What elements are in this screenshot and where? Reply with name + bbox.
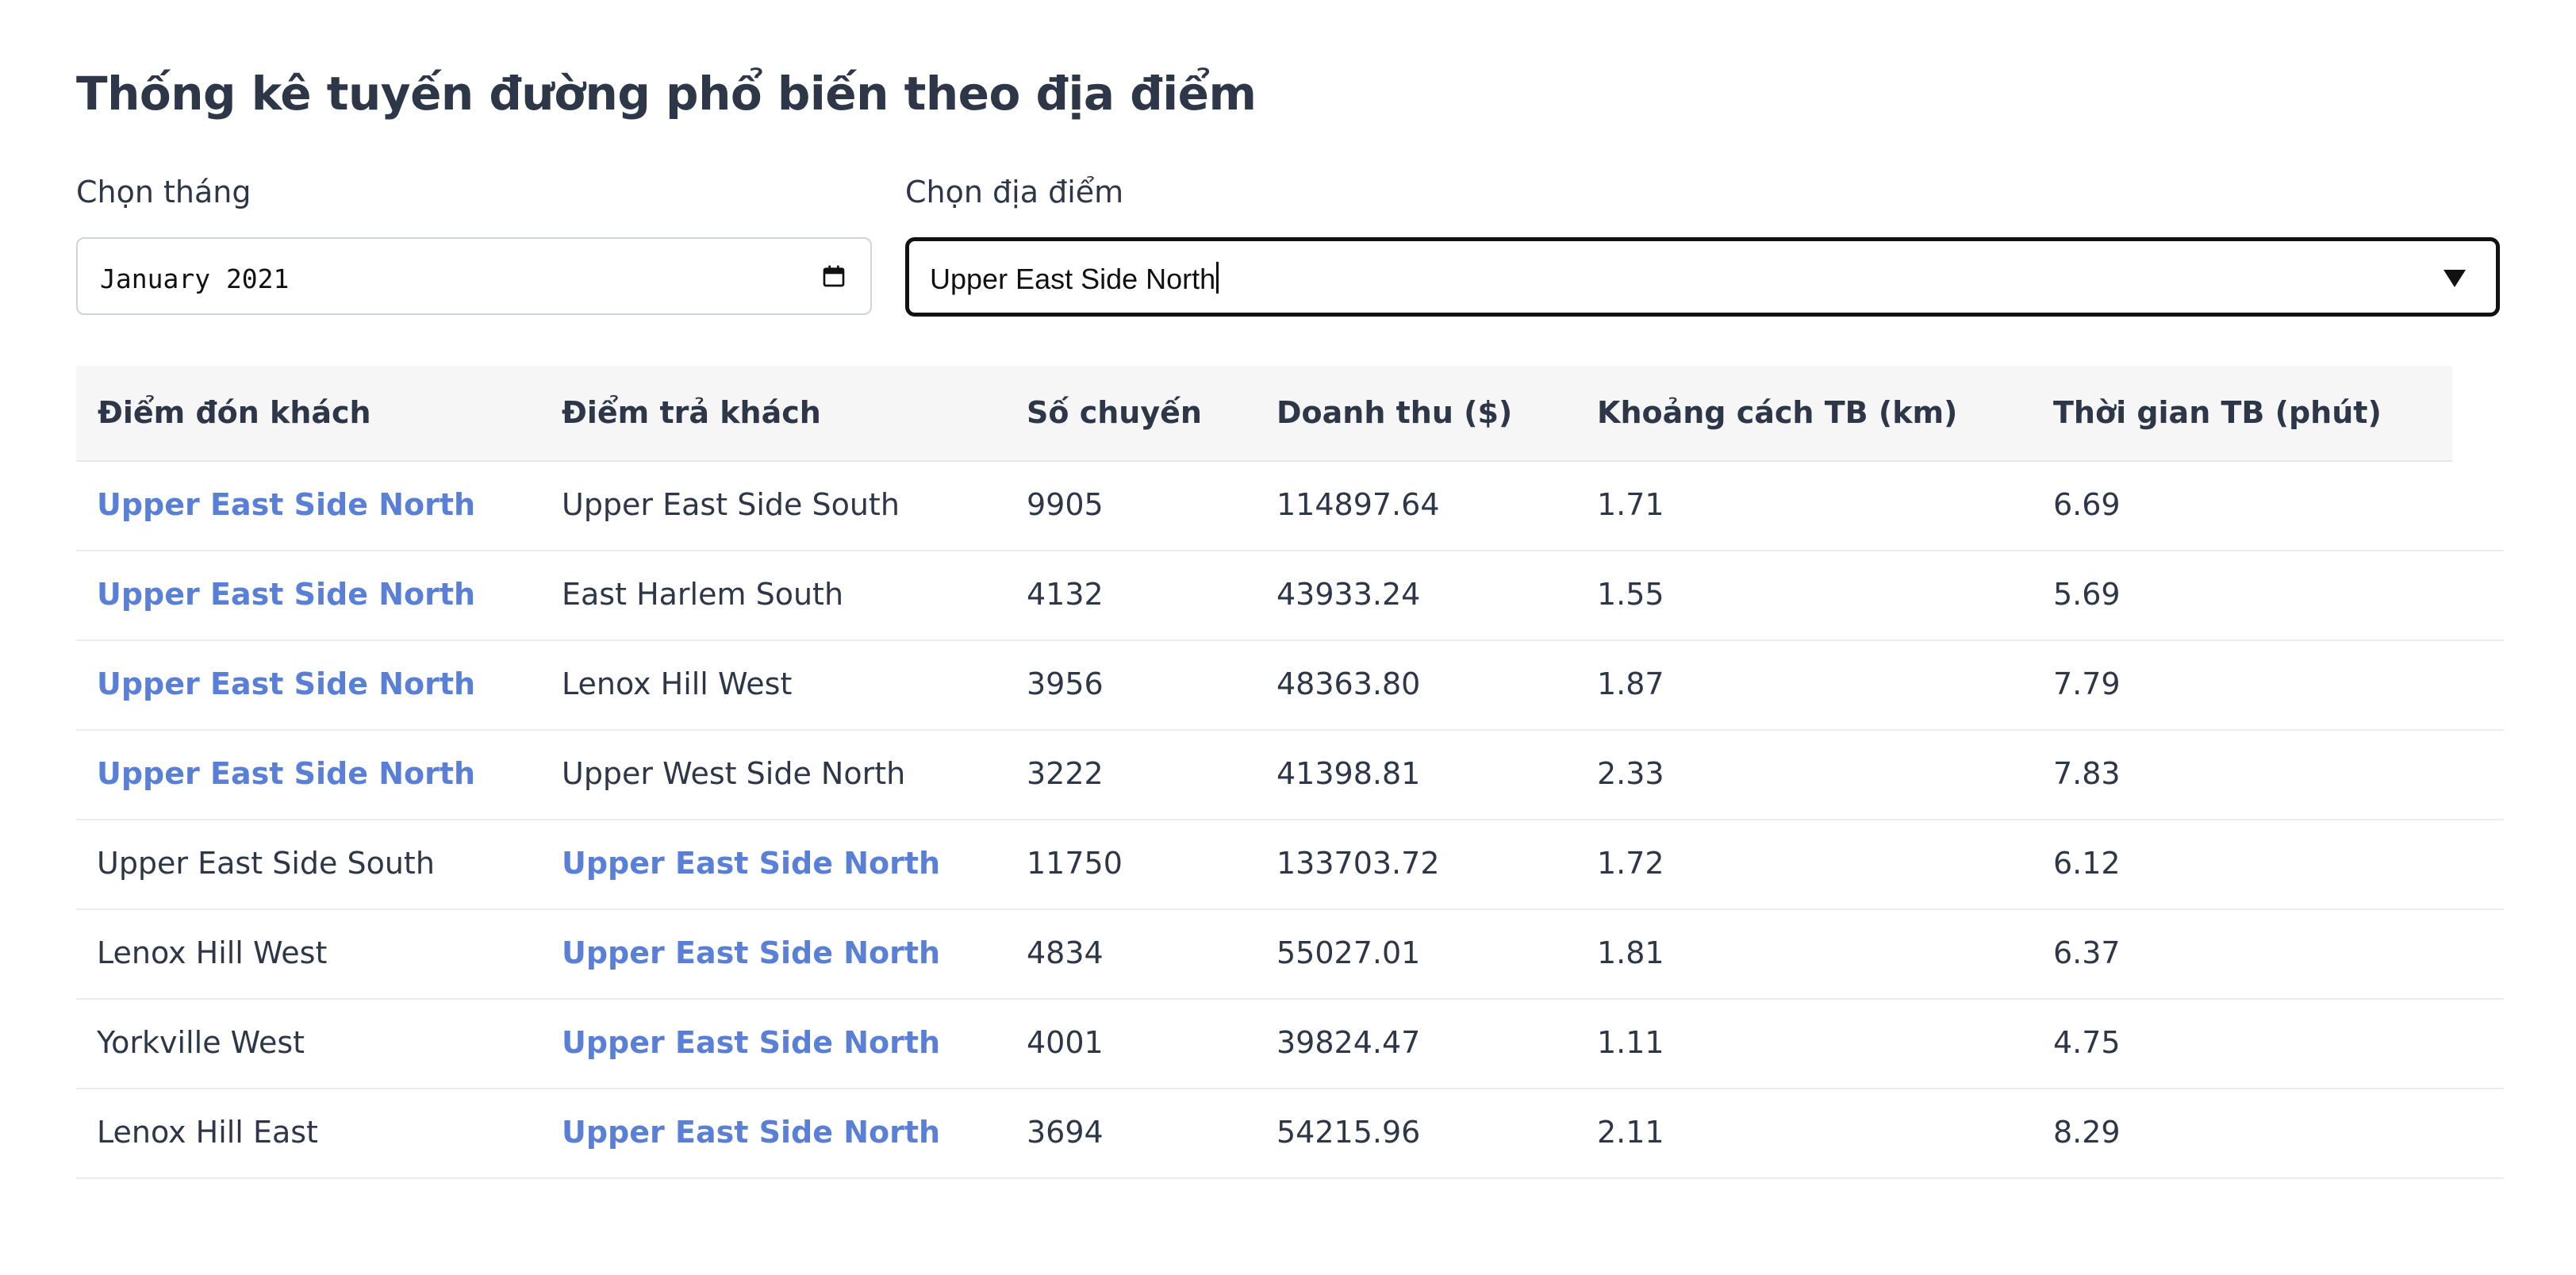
table-row: Upper East Side North Upper West Side No…: [76, 731, 2504, 820]
trips-cell: 9905: [1027, 487, 1104, 522]
dropoff-cell: Upper East Side North: [562, 1115, 941, 1150]
table-header: Điểm đón khách Điểm trả khách Số chuyến …: [76, 366, 2452, 462]
table-row: Lenox Hill West Upper East Side North 48…: [76, 910, 2504, 1000]
location-input[interactable]: Upper East Side North: [930, 262, 1219, 296]
distance-cell: 2.11: [1597, 1115, 1664, 1150]
distance-cell: 2.33: [1597, 756, 1664, 791]
duration-cell: 6.69: [2053, 487, 2121, 522]
revenue-cell: 55027.01: [1276, 935, 1421, 970]
duration-cell: 7.83: [2053, 756, 2121, 791]
duration-cell: 4.75: [2053, 1025, 2121, 1060]
duration-cell: 7.79: [2053, 666, 2121, 701]
column-header-dropoff: Điểm trả khách: [562, 395, 821, 430]
routes-table: Điểm đón khách Điểm trả khách Số chuyến …: [76, 366, 2504, 1179]
pickup-cell: Upper East Side North: [97, 487, 476, 522]
pickup-cell: Yorkville West: [97, 1025, 305, 1060]
trips-cell: 3222: [1027, 756, 1104, 791]
trips-cell: 4001: [1027, 1025, 1104, 1060]
trips-cell: 3694: [1027, 1115, 1104, 1150]
month-label: Chọn tháng: [76, 175, 251, 209]
distance-cell: 1.71: [1597, 487, 1664, 522]
distance-cell: 1.81: [1597, 935, 1664, 970]
column-header-duration: Thời gian TB (phút): [2053, 395, 2382, 430]
column-header-trips: Số chuyến: [1027, 395, 1202, 430]
revenue-cell: 114897.64: [1276, 487, 1440, 522]
revenue-cell: 133703.72: [1276, 846, 1440, 881]
column-header-pickup: Điểm đón khách: [98, 395, 371, 430]
table-row: Yorkville West Upper East Side North 400…: [76, 1000, 2504, 1089]
trips-cell: 11750: [1027, 846, 1123, 881]
revenue-cell: 48363.80: [1276, 666, 1421, 701]
dropoff-cell: Upper West Side North: [562, 756, 906, 791]
distance-cell: 1.87: [1597, 666, 1664, 701]
dropoff-cell: Upper East Side North: [562, 846, 941, 881]
revenue-cell: 41398.81: [1276, 756, 1421, 791]
duration-cell: 6.37: [2053, 935, 2121, 970]
revenue-cell: 43933.24: [1276, 577, 1421, 612]
month-picker[interactable]: January 2021: [76, 237, 872, 315]
table-row: Upper East Side North Upper East Side So…: [76, 462, 2504, 551]
dropoff-cell: Upper East Side North: [562, 935, 941, 970]
trips-cell: 4834: [1027, 935, 1104, 970]
table-row: Upper East Side North East Harlem South …: [76, 551, 2504, 641]
page-title: Thống kê tuyến đường phổ biến theo địa đ…: [76, 67, 1257, 121]
pickup-cell: Lenox Hill West: [97, 935, 328, 970]
distance-cell: 1.11: [1597, 1025, 1664, 1060]
pickup-cell: Upper East Side South: [97, 846, 435, 881]
revenue-cell: 39824.47: [1276, 1025, 1421, 1060]
location-input-text: Upper East Side North: [930, 263, 1216, 295]
distance-cell: 1.55: [1597, 577, 1664, 612]
dropoff-cell: Lenox Hill West: [562, 666, 793, 701]
chevron-down-icon[interactable]: [2444, 270, 2466, 287]
pickup-cell: Upper East Side North: [97, 756, 476, 791]
revenue-cell: 54215.96: [1276, 1115, 1421, 1150]
column-header-distance: Khoảng cách TB (km): [1597, 395, 1958, 430]
dropoff-cell: Upper East Side North: [562, 1025, 941, 1060]
duration-cell: 5.69: [2053, 577, 2121, 612]
table-row: Upper East Side South Upper East Side No…: [76, 820, 2504, 910]
location-label: Chọn địa điểm: [905, 175, 1124, 209]
distance-cell: 1.72: [1597, 846, 1664, 881]
dropoff-cell: Upper East Side South: [562, 487, 900, 522]
trips-cell: 4132: [1027, 577, 1104, 612]
dropoff-cell: East Harlem South: [562, 577, 844, 612]
pickup-cell: Upper East Side North: [97, 577, 476, 612]
location-combobox[interactable]: Upper East Side North: [905, 237, 2500, 317]
pickup-cell: Upper East Side North: [97, 666, 476, 701]
text-caret: [1216, 262, 1219, 294]
duration-cell: 8.29: [2053, 1115, 2121, 1150]
table-row: Upper East Side North Lenox Hill West 39…: [76, 641, 2504, 731]
column-header-revenue: Doanh thu ($): [1276, 395, 1513, 430]
table-row: Lenox Hill East Upper East Side North 36…: [76, 1089, 2504, 1179]
trips-cell: 3956: [1027, 666, 1104, 701]
duration-cell: 6.12: [2053, 846, 2121, 881]
pickup-cell: Lenox Hill East: [97, 1115, 318, 1150]
table-body: Upper East Side North Upper East Side So…: [76, 462, 2504, 1179]
calendar-icon[interactable]: [821, 263, 847, 289]
month-value[interactable]: January 2021: [100, 263, 289, 294]
